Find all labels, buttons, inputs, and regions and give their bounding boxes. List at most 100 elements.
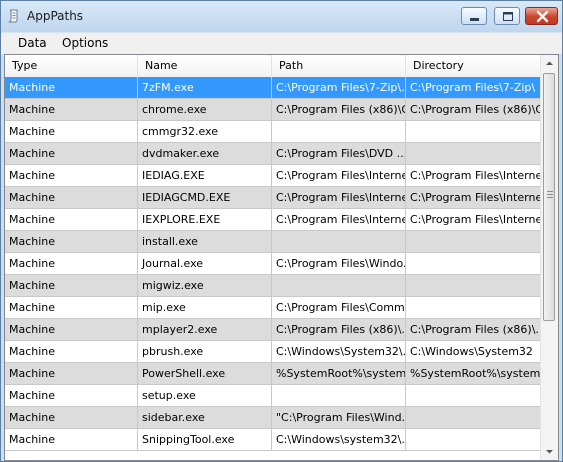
cell-name[interactable]: install.exe bbox=[138, 231, 272, 252]
cell-directory[interactable] bbox=[406, 231, 542, 252]
table-row[interactable]: Machine 7zFM.exe C:\Program Files\7-Zip\..… bbox=[5, 77, 542, 99]
cell-path[interactable]: C:\Program Files\Comm... bbox=[272, 297, 406, 318]
table-row[interactable]: Machine pbrush.exe C:\Windows\System32\...… bbox=[5, 341, 542, 363]
close-button[interactable] bbox=[525, 7, 558, 25]
table-row[interactable]: Machine setup.exe bbox=[5, 385, 542, 407]
cell-path[interactable]: %SystemRoot%\system3... bbox=[272, 363, 406, 384]
table-row[interactable]: Machine Journal.exe C:\Program Files\Windo… bbox=[5, 253, 542, 275]
cell-type[interactable]: Machine bbox=[5, 99, 138, 120]
cell-name[interactable]: mip.exe bbox=[138, 297, 272, 318]
cell-path[interactable] bbox=[272, 231, 406, 252]
cell-directory[interactable]: C:\Program Files\7-Zip\ bbox=[406, 77, 542, 98]
cell-name[interactable]: setup.exe bbox=[138, 385, 272, 406]
scroll-up-button[interactable] bbox=[541, 55, 558, 72]
cell-path[interactable] bbox=[272, 275, 406, 296]
cell-name[interactable]: IEXPLORE.EXE bbox=[138, 209, 272, 230]
cell-name[interactable]: sidebar.exe bbox=[138, 407, 272, 428]
cell-path[interactable]: C:\Program Files\Interne... bbox=[272, 165, 406, 186]
maximize-button[interactable] bbox=[494, 7, 520, 25]
cell-name[interactable]: IEDIAG.EXE bbox=[138, 165, 272, 186]
cell-name[interactable]: mplayer2.exe bbox=[138, 319, 272, 340]
cell-path[interactable] bbox=[272, 385, 406, 406]
cell-path[interactable]: C:\Windows\System32\... bbox=[272, 341, 406, 362]
column-header-path[interactable]: Path bbox=[272, 55, 406, 77]
cell-name[interactable]: Journal.exe bbox=[138, 253, 272, 274]
scroll-thumb[interactable] bbox=[543, 73, 555, 321]
column-header-directory[interactable]: Directory bbox=[406, 55, 542, 77]
cell-path[interactable]: C:\Program Files\DVD ... bbox=[272, 143, 406, 164]
cell-name[interactable]: PowerShell.exe bbox=[138, 363, 272, 384]
table-row[interactable]: Machine dvdmaker.exe C:\Program Files\DVD … bbox=[5, 143, 542, 165]
table-row[interactable]: Machine sidebar.exe "C:\Program Files\Wind… bbox=[5, 407, 542, 429]
cell-path[interactable]: "C:\Program Files\Wind... bbox=[272, 407, 406, 428]
cell-directory[interactable]: C:\Program Files\Interne... bbox=[406, 165, 542, 186]
table-row[interactable]: Machine IEDIAGCMD.EXE C:\Program Files\Int… bbox=[5, 187, 542, 209]
cell-directory[interactable]: C:\Windows\System32 bbox=[406, 341, 542, 362]
cell-type[interactable]: Machine bbox=[5, 165, 138, 186]
minimize-button[interactable] bbox=[461, 7, 487, 25]
menu-data[interactable]: Data bbox=[18, 36, 47, 50]
cell-path[interactable]: C:\Program Files\Interne... bbox=[272, 187, 406, 208]
app-paths-grid[interactable]: Type Name Path Directory Machine 7zFM.exe… bbox=[4, 54, 559, 461]
cell-directory[interactable] bbox=[406, 385, 542, 406]
cell-type[interactable]: Machine bbox=[5, 121, 138, 142]
column-header-name[interactable]: Name bbox=[138, 55, 272, 77]
cell-directory[interactable] bbox=[406, 407, 542, 428]
cell-type[interactable]: Machine bbox=[5, 319, 138, 340]
column-header-type[interactable]: Type bbox=[5, 55, 138, 77]
cell-directory[interactable] bbox=[406, 121, 542, 142]
cell-path[interactable]: C:\Program Files\7-Zip\... bbox=[272, 77, 406, 98]
cell-type[interactable]: Machine bbox=[5, 407, 138, 428]
table-row[interactable]: Machine mip.exe C:\Program Files\Comm... bbox=[5, 297, 542, 319]
table-row[interactable]: Machine mplayer2.exe C:\Program Files (x86… bbox=[5, 319, 542, 341]
menu-options[interactable]: Options bbox=[62, 36, 108, 50]
table-row[interactable]: Machine IEXPLORE.EXE C:\Program Files\Inte… bbox=[5, 209, 542, 231]
cell-directory[interactable]: C:\Program Files (x86)\G... bbox=[406, 99, 542, 120]
cell-directory[interactable]: %SystemRoot%\system3... bbox=[406, 363, 542, 384]
cell-name[interactable]: migwiz.exe bbox=[138, 275, 272, 296]
cell-directory[interactable]: C:\Program Files\Interne... bbox=[406, 187, 542, 208]
cell-path[interactable]: C:\Windows\system32\... bbox=[272, 429, 406, 450]
cell-type[interactable]: Machine bbox=[5, 77, 138, 98]
cell-type[interactable]: Machine bbox=[5, 253, 138, 274]
vertical-scrollbar[interactable] bbox=[540, 55, 558, 460]
cell-directory[interactable]: C:\Program Files\Interne... bbox=[406, 209, 542, 230]
table-row[interactable]: Machine migwiz.exe bbox=[5, 275, 542, 297]
cell-directory[interactable]: C:\Program Files (x86)\... bbox=[406, 319, 542, 340]
cell-path[interactable] bbox=[272, 121, 406, 142]
cell-directory[interactable] bbox=[406, 143, 542, 164]
cell-name[interactable]: cmmgr32.exe bbox=[138, 121, 272, 142]
cell-path[interactable]: C:\Program Files (x86)\... bbox=[272, 319, 406, 340]
scroll-down-button[interactable] bbox=[541, 443, 558, 460]
cell-path[interactable]: C:\Program Files (x86)\G... bbox=[272, 99, 406, 120]
cell-type[interactable]: Machine bbox=[5, 429, 138, 450]
cell-name[interactable]: chrome.exe bbox=[138, 99, 272, 120]
cell-directory[interactable] bbox=[406, 297, 542, 318]
cell-type[interactable]: Machine bbox=[5, 275, 138, 296]
cell-type[interactable]: Machine bbox=[5, 363, 138, 384]
title-bar[interactable]: AppPaths bbox=[1, 1, 562, 32]
cell-name[interactable]: IEDIAGCMD.EXE bbox=[138, 187, 272, 208]
cell-name[interactable]: SnippingTool.exe bbox=[138, 429, 272, 450]
cell-directory[interactable] bbox=[406, 253, 542, 274]
table-row[interactable]: Machine IEDIAG.EXE C:\Program Files\Intern… bbox=[5, 165, 542, 187]
table-row[interactable]: Machine cmmgr32.exe bbox=[5, 121, 542, 143]
table-row[interactable]: Machine chrome.exe C:\Program Files (x86)\… bbox=[5, 99, 542, 121]
table-row[interactable]: Machine SnippingTool.exe C:\Windows\system… bbox=[5, 429, 542, 451]
table-row[interactable]: Machine PowerShell.exe %SystemRoot%\system… bbox=[5, 363, 542, 385]
cell-type[interactable]: Machine bbox=[5, 187, 138, 208]
cell-type[interactable]: Machine bbox=[5, 231, 138, 252]
cell-path[interactable]: C:\Program Files\Windo... bbox=[272, 253, 406, 274]
cell-type[interactable]: Machine bbox=[5, 297, 138, 318]
cell-directory[interactable] bbox=[406, 275, 542, 296]
cell-name[interactable]: pbrush.exe bbox=[138, 341, 272, 362]
cell-name[interactable]: 7zFM.exe bbox=[138, 77, 272, 98]
cell-type[interactable]: Machine bbox=[5, 341, 138, 362]
cell-type[interactable]: Machine bbox=[5, 143, 138, 164]
cell-name[interactable]: dvdmaker.exe bbox=[138, 143, 272, 164]
cell-type[interactable]: Machine bbox=[5, 385, 138, 406]
cell-directory[interactable] bbox=[406, 429, 542, 450]
cell-type[interactable]: Machine bbox=[5, 209, 138, 230]
table-row[interactable]: Machine install.exe bbox=[5, 231, 542, 253]
cell-path[interactable]: C:\Program Files\Interne... bbox=[272, 209, 406, 230]
